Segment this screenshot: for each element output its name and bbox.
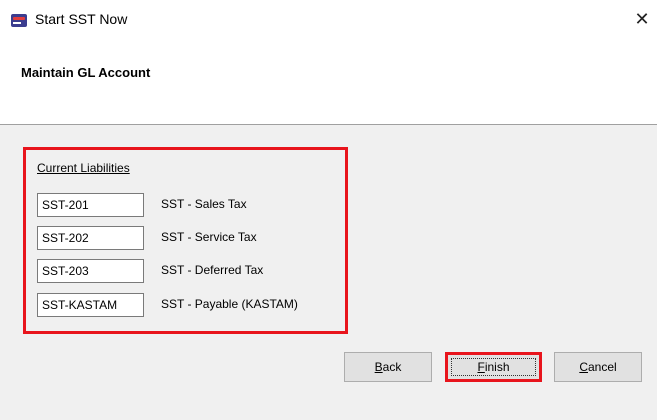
finish-button[interactable]: Finish (445, 352, 542, 382)
gl-description: SST - Deferred Tax (161, 263, 264, 277)
gl-code-field[interactable] (37, 259, 144, 283)
gl-description: SST - Service Tax (161, 230, 257, 244)
finish-button-label: inish (484, 360, 510, 374)
group-title: Current Liabilities (37, 161, 130, 175)
close-icon[interactable]: ✕ (630, 6, 654, 32)
header-panel: Maintain GL Account (0, 38, 657, 124)
body-panel: Current Liabilities SST - Sales Tax SST … (0, 124, 657, 420)
back-button[interactable]: Back (344, 352, 432, 382)
gl-description: SST - Sales Tax (161, 197, 247, 211)
gl-description: SST - Payable (KASTAM) (161, 297, 298, 311)
title-bar: Start SST Now ✕ (0, 0, 657, 38)
app-icon-stripe-white (13, 22, 21, 24)
gl-code-field[interactable] (37, 226, 144, 250)
gl-code-field[interactable] (37, 293, 144, 317)
cancel-button-label: ancel (587, 360, 617, 374)
cancel-button[interactable]: Cancel (554, 352, 642, 382)
back-button-accel: B (374, 360, 383, 374)
finish-focus-rect: Finish (451, 358, 536, 376)
app-icon (11, 14, 27, 27)
app-icon-stripe (13, 17, 25, 20)
finish-button-accel: F (477, 360, 485, 374)
page-title: Maintain GL Account (21, 65, 151, 80)
back-button-label: ack (382, 360, 402, 374)
current-liabilities-group: Current Liabilities SST - Sales Tax SST … (23, 147, 348, 334)
gl-code-field[interactable] (37, 193, 144, 217)
cancel-button-accel: C (579, 360, 588, 374)
window-title: Start SST Now (35, 11, 128, 27)
